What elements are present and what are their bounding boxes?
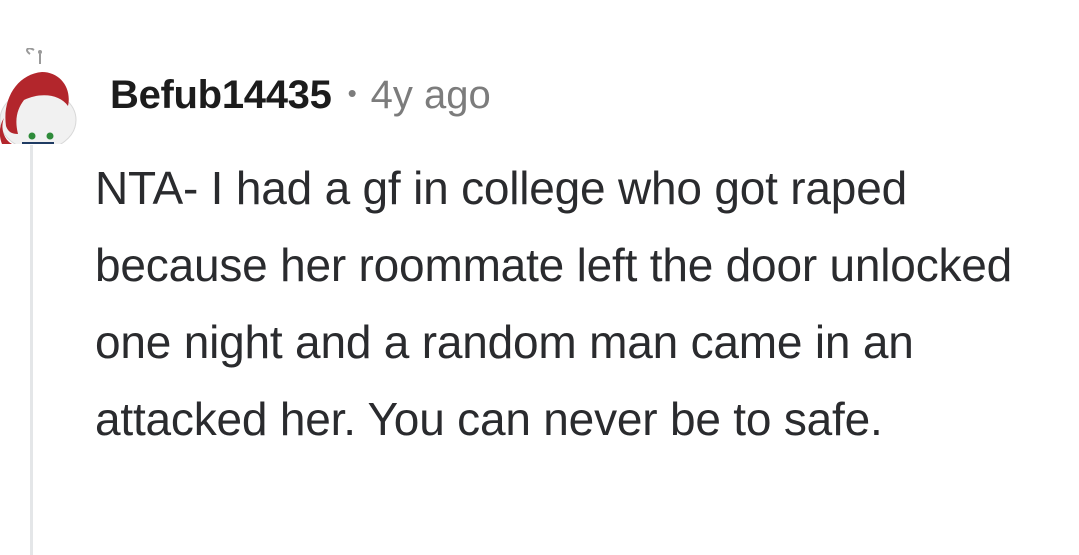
comment-header: Befub14435 • 4y ago <box>110 70 491 120</box>
comment-body: NTA- I had a gf in college who got raped… <box>95 162 1013 445</box>
thread-line[interactable] <box>30 145 33 555</box>
comment: Befub14435 • 4y ago NTA- I had a gf in c… <box>0 0 1079 555</box>
author-username[interactable]: Befub14435 <box>110 73 332 118</box>
meta-separator: • <box>347 77 357 108</box>
comment-timestamp: 4y ago <box>370 72 491 117</box>
user-avatar-icon[interactable] <box>0 47 80 151</box>
